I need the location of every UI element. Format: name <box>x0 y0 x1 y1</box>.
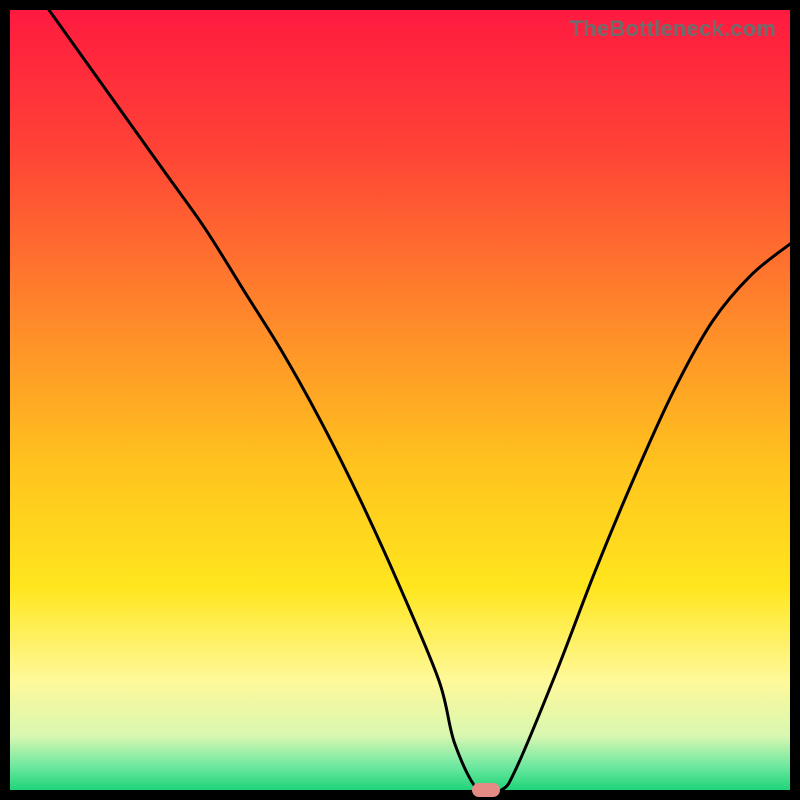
chart-frame: TheBottleneck.com <box>10 10 790 790</box>
gradient-background <box>10 10 790 790</box>
optimum-marker <box>472 783 500 797</box>
bottleneck-chart <box>10 10 790 790</box>
watermark-text: TheBottleneck.com <box>570 16 776 42</box>
